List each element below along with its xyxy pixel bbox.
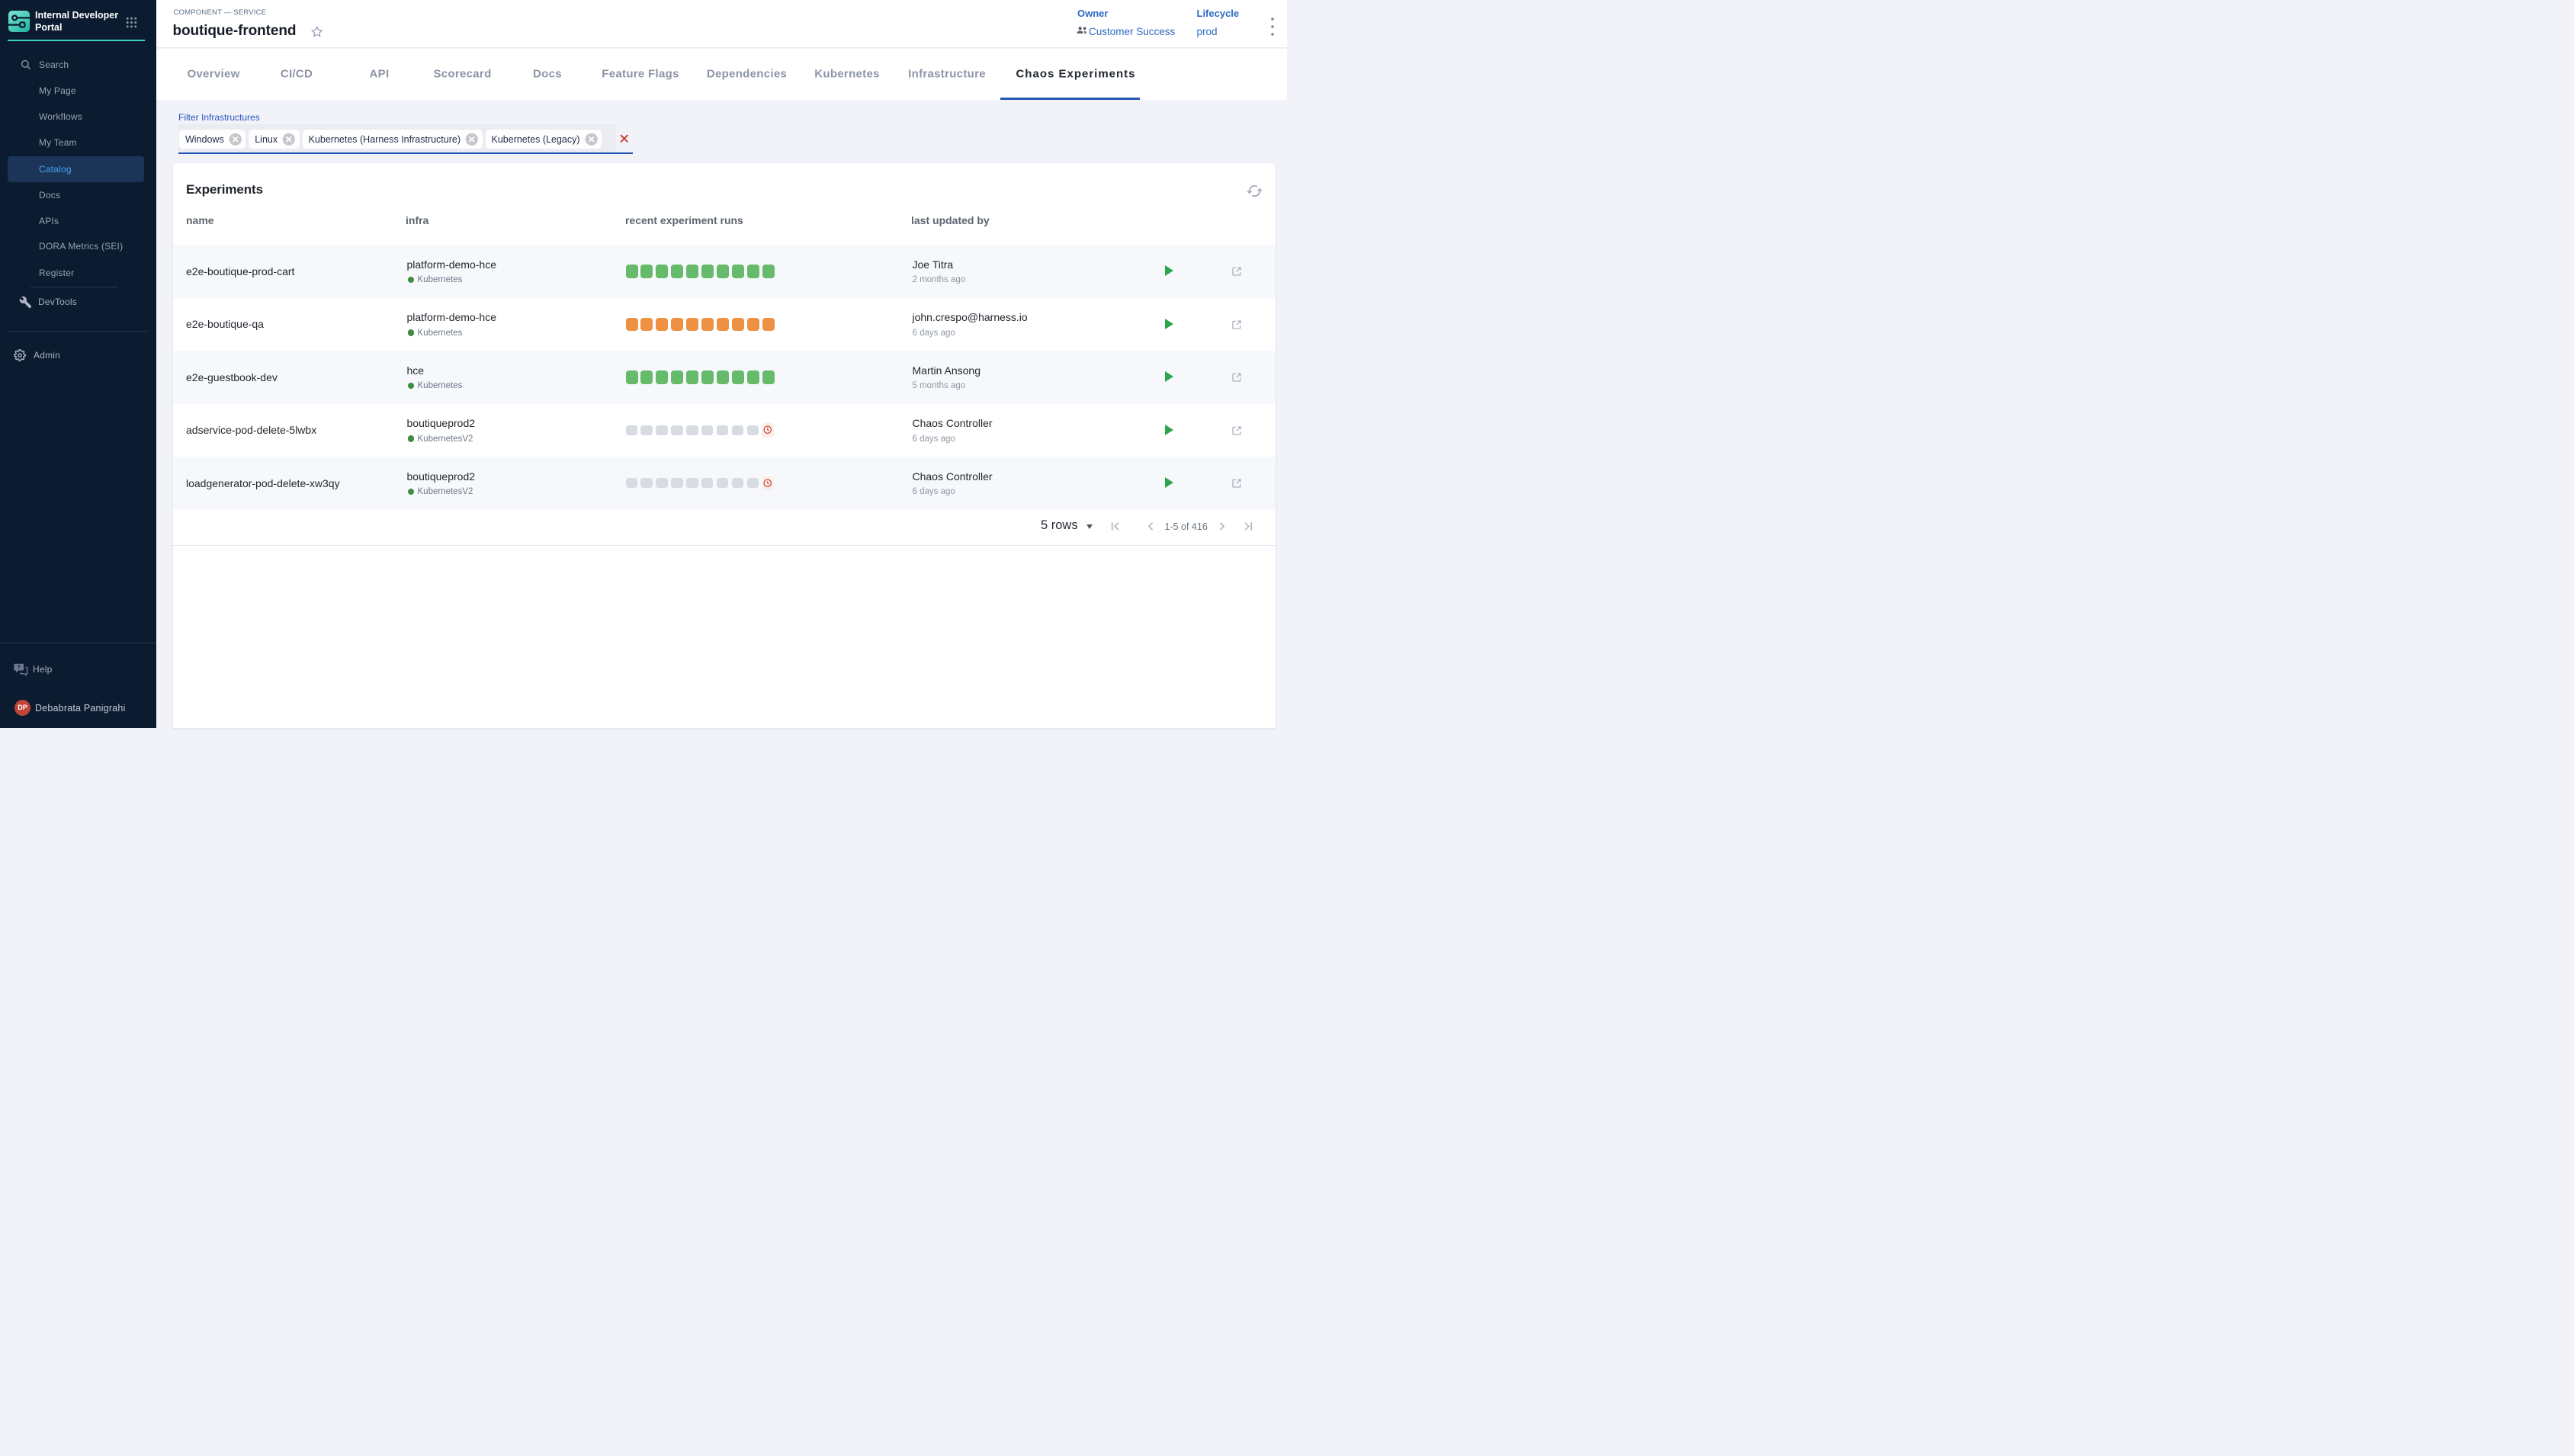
svg-text:?: ? [17,664,21,671]
